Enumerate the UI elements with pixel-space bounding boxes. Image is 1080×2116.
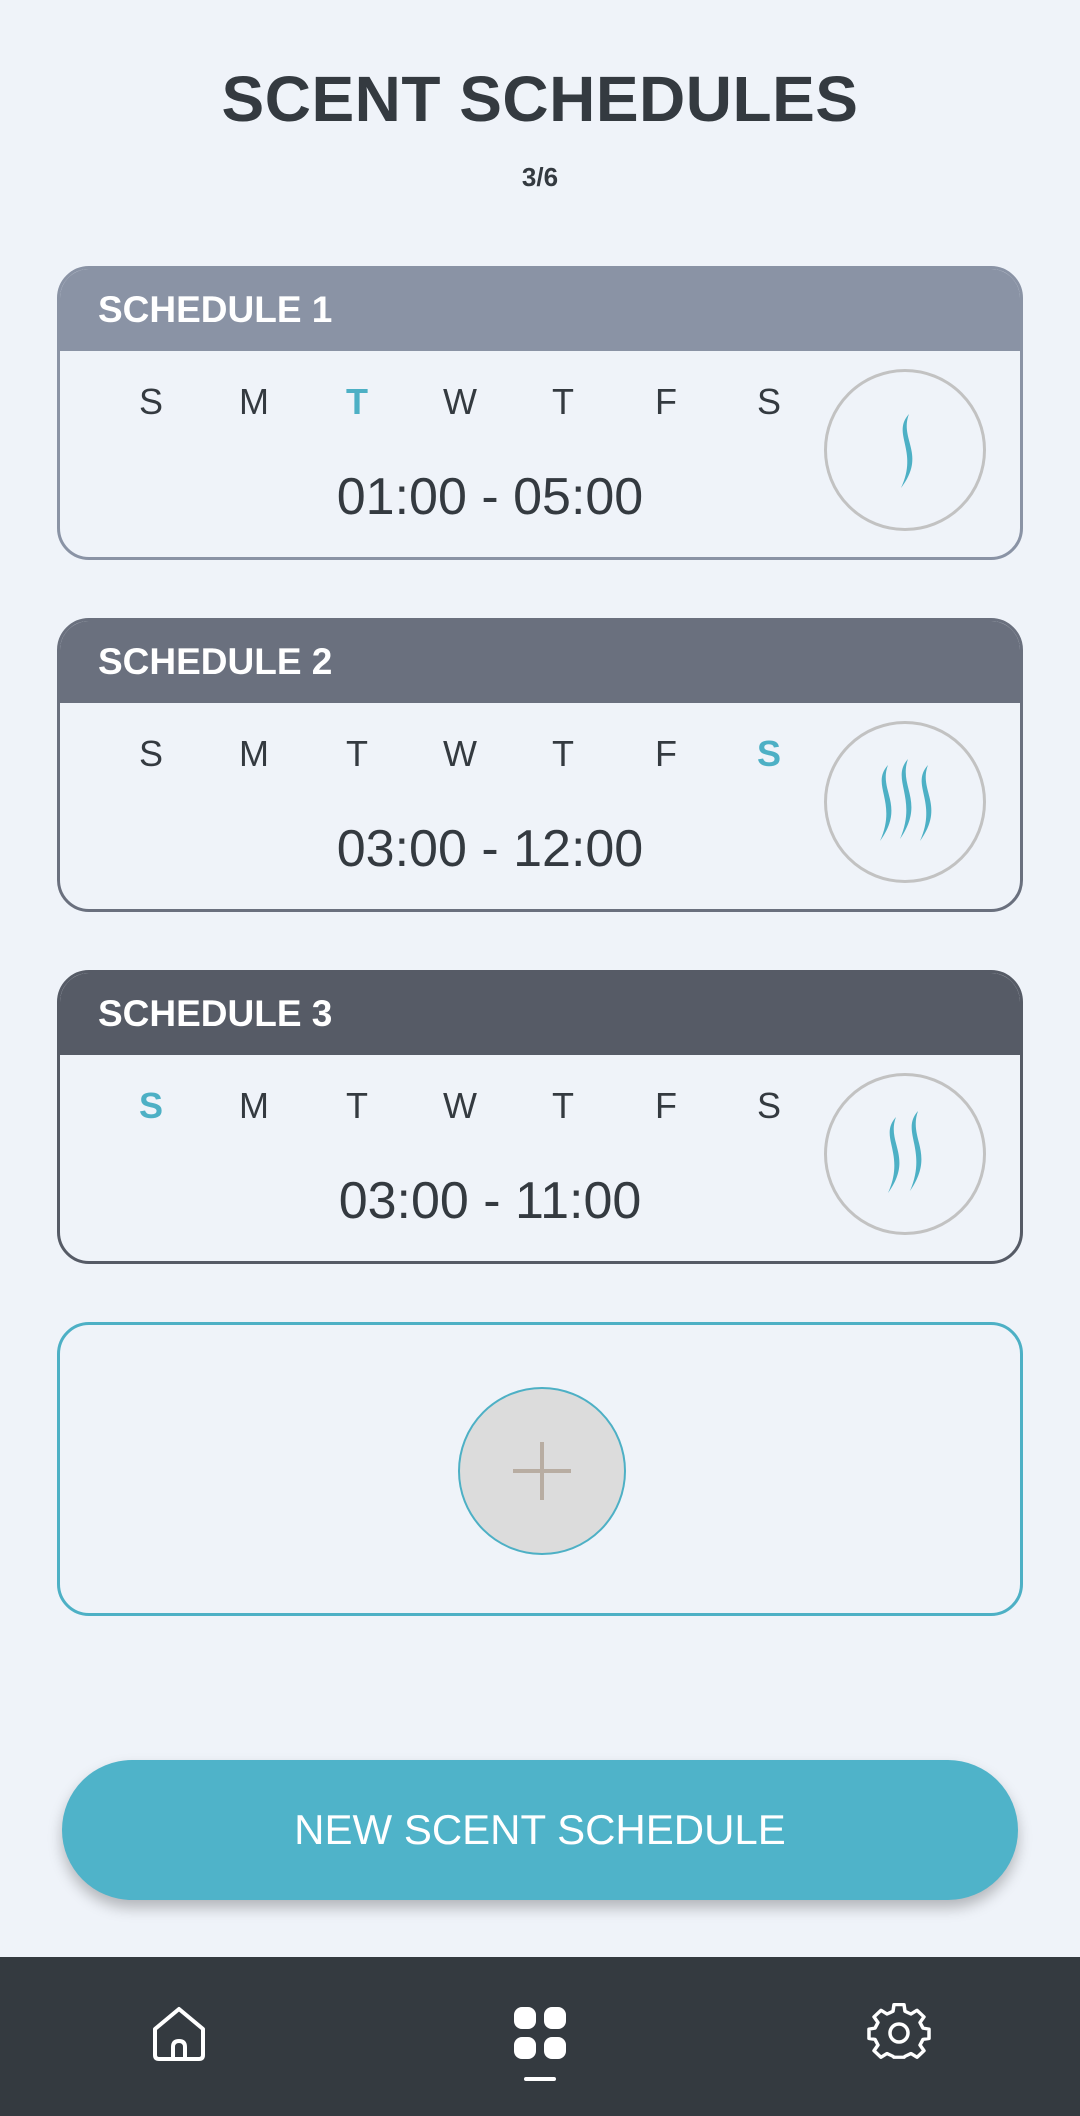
add-schedule-card[interactable]	[57, 1322, 1023, 1616]
day-monday: M	[239, 381, 269, 422]
day-friday: F	[655, 1085, 677, 1126]
day-thursday: T	[552, 733, 574, 774]
schedule-name: SCHEDULE 1	[98, 289, 333, 330]
grid-icon	[514, 2007, 566, 2059]
schedule-card-3[interactable]: SCHEDULE 3 S M T W T F S 03:00 - 11:00	[57, 970, 1023, 1264]
plus-icon	[513, 1442, 571, 1500]
day-thursday: T	[552, 1085, 574, 1126]
intensity-button[interactable]	[824, 1073, 986, 1235]
day-saturday: S	[756, 1085, 781, 1126]
schedule-card-header: SCHEDULE 2	[60, 621, 1020, 703]
day-tuesday: T	[346, 381, 368, 422]
double-wave-icon	[888, 1111, 922, 1193]
day-tuesday: T	[346, 733, 368, 774]
day-friday: F	[655, 733, 677, 774]
bottom-nav	[0, 1957, 1080, 2116]
weekday-row: S M T W T F S	[100, 1085, 820, 1127]
day-friday: F	[655, 381, 677, 422]
weekday-row: S M T W T F S	[100, 381, 820, 423]
gear-icon	[867, 2002, 931, 2059]
schedule-time-range: 03:00 - 12:00	[336, 820, 644, 878]
day-wednesday: W	[443, 381, 477, 422]
schedule-card-header: SCHEDULE 3	[60, 973, 1020, 1055]
day-saturday: S	[756, 381, 781, 422]
day-tuesday: T	[346, 1085, 368, 1126]
nav-settings[interactable]	[859, 1993, 939, 2073]
schedule-card-header: SCHEDULE 1	[60, 269, 1020, 351]
home-icon	[153, 2007, 205, 2061]
day-wednesday: W	[443, 1085, 477, 1126]
active-tab-indicator	[524, 2077, 556, 2081]
new-scent-schedule-button[interactable]: NEW SCENT SCHEDULE	[62, 1760, 1018, 1900]
intensity-button[interactable]	[824, 369, 986, 531]
nav-schedules[interactable]	[500, 1993, 580, 2073]
day-sunday: S	[138, 381, 163, 422]
add-schedule-button[interactable]	[458, 1387, 626, 1555]
intensity-button[interactable]	[824, 721, 986, 883]
schedule-card-1[interactable]: SCHEDULE 1 S M T W T F S 01:00 - 05:00	[57, 266, 1023, 560]
day-wednesday: W	[443, 733, 477, 774]
schedule-card-2[interactable]: SCHEDULE 2 S M T W T F S 03:00 - 12:00	[57, 618, 1023, 912]
schedule-name: SCHEDULE 3	[98, 993, 333, 1034]
schedule-counter: 3/6	[521, 162, 559, 192]
day-thursday: T	[552, 381, 574, 422]
day-monday: M	[239, 1085, 269, 1126]
single-wave-icon	[901, 414, 913, 488]
schedule-time-range: 01:00 - 05:00	[336, 468, 644, 526]
triple-wave-icon	[880, 759, 932, 841]
day-saturday: S	[756, 733, 781, 774]
page-title: SCENT SCHEDULES	[221, 63, 859, 135]
day-monday: M	[239, 733, 269, 774]
schedule-time-range: 03:00 - 11:00	[338, 1172, 642, 1230]
weekday-row: S M T W T F S	[100, 733, 820, 775]
scent-schedules-screen: SCENT SCHEDULES 3/6 SCHEDULE 1 S M T W T…	[0, 0, 1080, 2116]
nav-home[interactable]	[139, 1993, 219, 2073]
day-sunday: S	[138, 1085, 163, 1126]
schedule-name: SCHEDULE 2	[98, 641, 333, 682]
day-sunday: S	[138, 733, 163, 774]
